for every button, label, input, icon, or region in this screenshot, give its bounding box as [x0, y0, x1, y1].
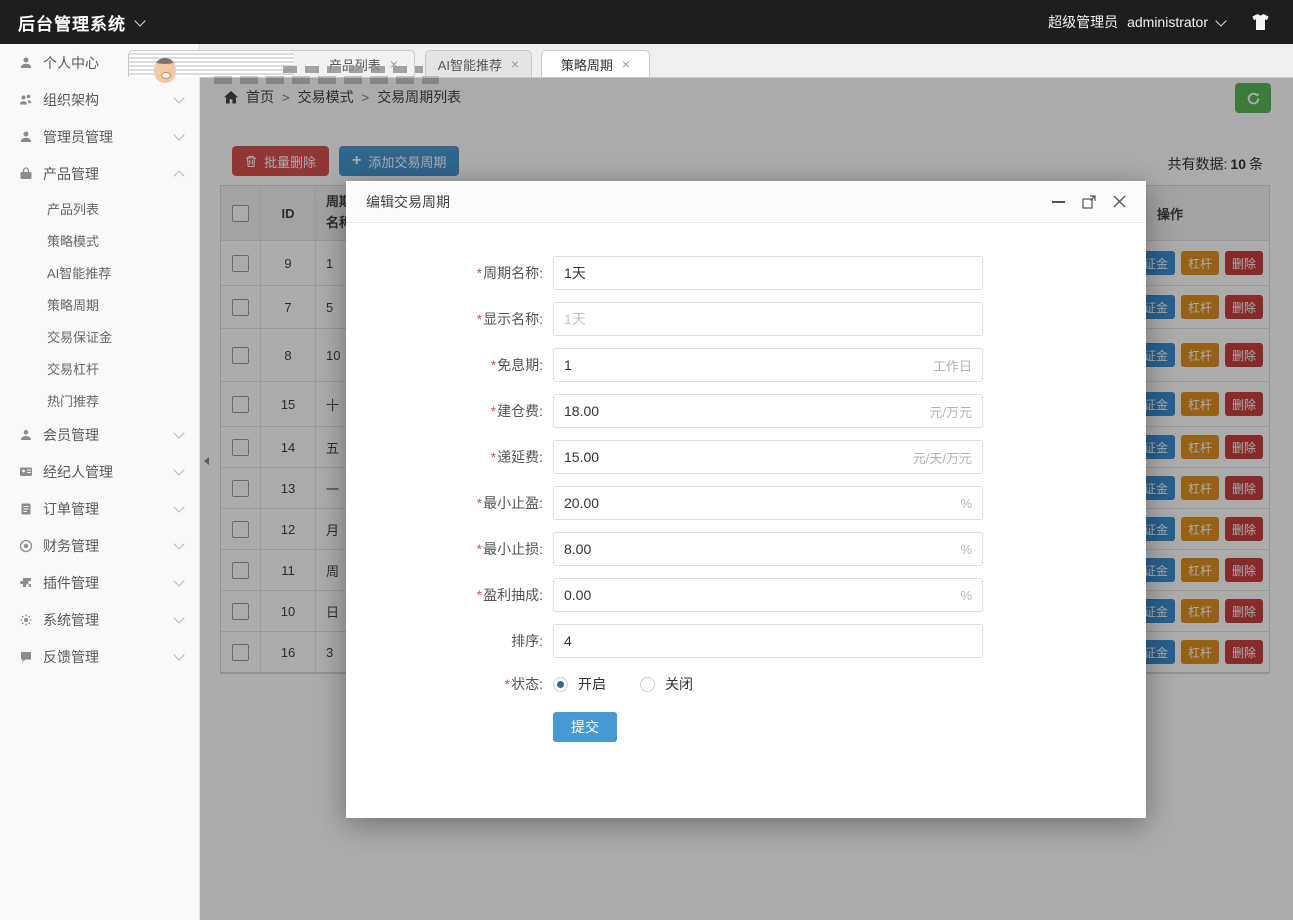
- chevron-down-icon: [173, 92, 185, 104]
- status-row: *状态: 开启 关闭: [346, 674, 1146, 694]
- sidebar-subitem[interactable]: 热门推荐: [0, 384, 199, 416]
- sidebar: 个人中心 组织架构 管理员管理 产品管理 产品列表 策略模式 AI智能推荐 策略…: [0, 44, 200, 920]
- submit-button[interactable]: 提交: [553, 712, 617, 742]
- chevron-down-icon: [173, 575, 185, 587]
- sidebar-item-8[interactable]: 插件管理: [0, 564, 199, 601]
- sidebar-item-2[interactable]: 管理员管理: [0, 118, 199, 155]
- field-suffix: 元/万元: [929, 404, 972, 420]
- open-fee-input[interactable]: 18.00 元/万元: [553, 394, 983, 428]
- form-row-open-fee: *建仓费: 18.00 元/万元: [346, 394, 1146, 428]
- field-label: *显示名称:: [476, 311, 543, 327]
- app-title-caret-icon[interactable]: [134, 14, 146, 27]
- profit-share-input[interactable]: 0.00 %: [553, 578, 983, 612]
- field-label: *递延费:: [490, 449, 543, 465]
- chevron-down-icon: [173, 501, 185, 513]
- form-row-profit-share: *盈利抽成: 0.00 %: [346, 578, 1146, 612]
- finance-icon: [18, 538, 33, 553]
- chevron-down-icon: [173, 612, 185, 624]
- cycle-name-input[interactable]: 1天: [553, 256, 983, 290]
- admin-icon: [18, 129, 33, 144]
- chevron-down-icon: [173, 129, 185, 141]
- sidebar-item-7[interactable]: 财务管理: [0, 527, 199, 564]
- field-label: *最小止损:: [476, 541, 543, 557]
- status-label: *状态:: [504, 676, 543, 692]
- form-row-defer-fee: *递延费: 15.00 元/天/万元: [346, 440, 1146, 474]
- chevron-down-icon: [173, 464, 185, 476]
- form-row-sort: 排序: 4: [346, 624, 1146, 658]
- sidebar-subitem[interactable]: 交易杠杆: [0, 352, 199, 384]
- form-row-min-take: *最小止盈: 20.00 %: [346, 486, 1146, 520]
- tab-close-icon[interactable]: ×: [511, 57, 519, 71]
- theme-shirt-icon[interactable]: [1250, 13, 1271, 31]
- status-option-1[interactable]: 关闭: [640, 674, 693, 694]
- tab-1[interactable]: AI智能推荐 ×: [425, 50, 532, 77]
- sidebar-subitem[interactable]: 策略模式: [0, 224, 199, 256]
- field-label: *周期名称:: [476, 265, 543, 281]
- sidebar-subitem[interactable]: 交易保证金: [0, 320, 199, 352]
- sidebar-item-10[interactable]: 反馈管理: [0, 638, 199, 675]
- system-icon: [18, 612, 33, 627]
- broker-icon: [18, 464, 33, 479]
- form-row-min-stop: *最小止损: 8.00 %: [346, 532, 1146, 566]
- form-row-free-period: *免息期: 1 工作日: [346, 348, 1146, 382]
- sort-input[interactable]: 4: [553, 624, 983, 658]
- radio-icon[interactable]: [640, 676, 655, 692]
- chevron-down-icon: [173, 538, 185, 550]
- sidebar-item-3[interactable]: 产品管理: [0, 155, 199, 192]
- field-suffix: 元/天/万元: [912, 450, 972, 466]
- field-label: *最小止盈:: [476, 495, 543, 511]
- user-menu-caret-icon[interactable]: [1215, 14, 1227, 27]
- maximize-icon[interactable]: [1082, 194, 1096, 209]
- modal-header: 编辑交易周期: [346, 181, 1146, 223]
- field-suffix: %: [960, 541, 972, 557]
- user-name[interactable]: administrator: [1127, 14, 1208, 30]
- free-period-input[interactable]: 1 工作日: [553, 348, 983, 382]
- app-title: 后台管理系统: [18, 14, 126, 34]
- sidebar-item-6[interactable]: 订单管理: [0, 490, 199, 527]
- min-take-input[interactable]: 20.00 %: [553, 486, 983, 520]
- minimize-icon[interactable]: [1052, 200, 1065, 203]
- chevron-down-icon: [173, 427, 185, 439]
- field-label: *免息期:: [490, 357, 543, 373]
- member-icon: [18, 427, 33, 442]
- field-label: 排序:: [511, 633, 543, 649]
- field-suffix: %: [960, 587, 972, 603]
- close-icon[interactable]: [1113, 195, 1126, 208]
- display-name-input[interactable]: 1天: [553, 302, 983, 336]
- product-icon: [18, 166, 33, 181]
- field-label: *盈利抽成:: [476, 587, 543, 603]
- chevron-up-icon: [173, 169, 185, 182]
- radio-icon[interactable]: [553, 676, 568, 692]
- user-role: 超级管理员: [1048, 14, 1119, 30]
- sidebar-item-9[interactable]: 系统管理: [0, 601, 199, 638]
- sidebar-item-1[interactable]: 组织架构: [0, 81, 199, 118]
- status-option-0[interactable]: 开启: [553, 674, 606, 694]
- tab-close-icon[interactable]: ×: [622, 57, 630, 71]
- feedback-icon: [18, 649, 33, 664]
- edit-cycle-modal: 编辑交易周期 *周期名称: 1天 *显示名称: 1天 *免息期: 1 工作日 *…: [346, 181, 1146, 818]
- sidebar-subitem[interactable]: AI智能推荐: [0, 256, 199, 288]
- sidebar-subitem[interactable]: 产品列表: [0, 192, 199, 224]
- sidebar-subitem[interactable]: 策略周期: [0, 288, 199, 320]
- chevron-down-icon: [173, 649, 185, 661]
- modal-body: *周期名称: 1天 *显示名称: 1天 *免息期: 1 工作日 *建仓费: 18…: [346, 223, 1146, 742]
- plugin-icon: [18, 575, 33, 590]
- form-row-cycle-name: *周期名称: 1天: [346, 256, 1146, 290]
- field-label: *建仓费:: [490, 403, 543, 419]
- org-icon: [18, 92, 33, 107]
- sidebar-item-4[interactable]: 会员管理: [0, 416, 199, 453]
- form-row-display-name: *显示名称: 1天: [346, 302, 1146, 336]
- tab-2[interactable]: 策略周期 ×: [541, 50, 650, 77]
- topbar: 后台管理系统 超级管理员 administrator: [0, 0, 1293, 44]
- modal-title: 编辑交易周期: [366, 193, 450, 210]
- order-icon: [18, 501, 33, 516]
- avatar-artifact: [154, 58, 176, 83]
- sidebar-item-5[interactable]: 经纪人管理: [0, 453, 199, 490]
- defer-fee-input[interactable]: 15.00 元/天/万元: [553, 440, 983, 474]
- screen-artifact: [283, 66, 423, 73]
- field-suffix: %: [960, 495, 972, 511]
- min-stop-input[interactable]: 8.00 %: [553, 532, 983, 566]
- user-icon: [18, 55, 33, 70]
- field-suffix: 工作日: [932, 358, 972, 374]
